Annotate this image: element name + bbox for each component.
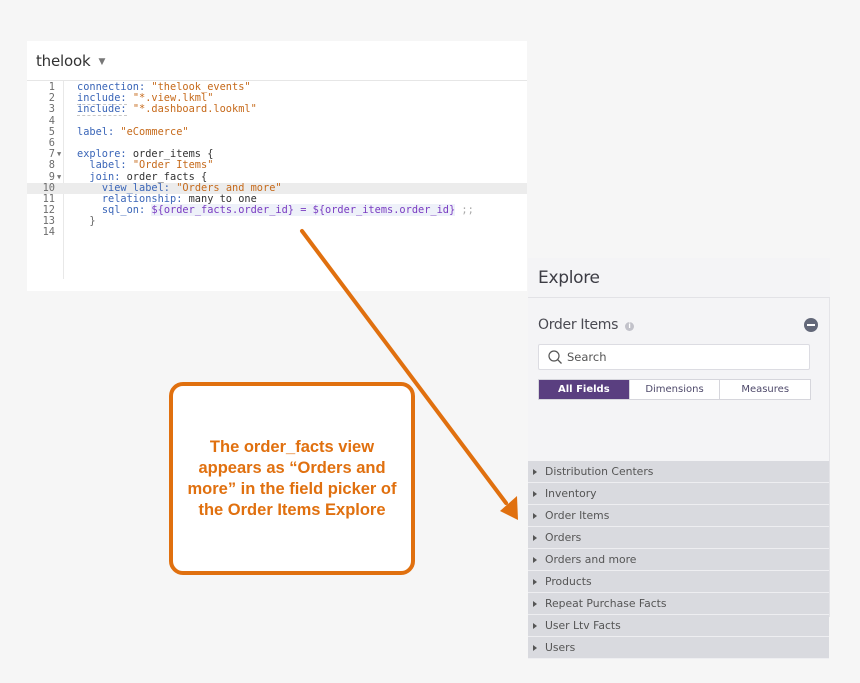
expand-triangle-icon bbox=[533, 622, 537, 629]
code-editor-panel: thelook ▼ 1 connection: "thelook_events"… bbox=[27, 41, 527, 291]
caret-down-icon[interactable]: ▼ bbox=[98, 57, 105, 67]
code-key: relationship: bbox=[101, 192, 183, 205]
filter-dimensions-button[interactable]: Dimensions bbox=[628, 380, 720, 399]
section-label: Orders bbox=[545, 531, 582, 544]
expand-triangle-icon bbox=[533, 534, 537, 541]
code-key: label: bbox=[77, 125, 115, 138]
expand-triangle-icon bbox=[533, 468, 537, 475]
view-section-list: Distribution Centers Inventory Order Ite… bbox=[528, 461, 829, 659]
project-name[interactable]: thelook bbox=[36, 52, 91, 70]
callout-text: The order_facts view appears as “Orders … bbox=[187, 437, 397, 519]
view-section-item[interactable]: Users bbox=[528, 637, 829, 659]
line-number: 3 bbox=[48, 103, 55, 116]
code-key: label: bbox=[89, 159, 127, 172]
view-section-item[interactable]: Orders and more bbox=[528, 549, 829, 571]
section-label: Distribution Centers bbox=[545, 465, 654, 478]
section-label: Inventory bbox=[545, 487, 597, 500]
code-string: "*.dashboard.lookml" bbox=[132, 103, 257, 116]
section-label: User Ltv Facts bbox=[545, 619, 621, 632]
code-key: connection: bbox=[77, 81, 146, 93]
code-terminator: ;; bbox=[461, 204, 474, 217]
line-number: 9 bbox=[48, 170, 55, 183]
code-area[interactable]: 1 connection: "thelook_events" 2 include… bbox=[27, 81, 527, 279]
collapse-icon[interactable] bbox=[804, 318, 818, 332]
explore-panel: Explore Order Items i Search All Fields … bbox=[528, 258, 830, 659]
section-label: Orders and more bbox=[545, 553, 637, 566]
search-placeholder: Search bbox=[567, 350, 607, 364]
view-section-item[interactable]: Inventory bbox=[528, 483, 829, 505]
section-label: Repeat Purchase Facts bbox=[545, 597, 667, 610]
code-key: sql_on: bbox=[101, 204, 146, 217]
explore-name: Order Items bbox=[538, 317, 619, 333]
section-label: Products bbox=[545, 575, 592, 588]
code-key: view_label: bbox=[101, 181, 171, 194]
expand-triangle-icon bbox=[533, 578, 537, 585]
section-label: Users bbox=[545, 641, 576, 654]
code-key: join: bbox=[89, 170, 121, 183]
code-line: 3 include: "*.dashboard.lookml" bbox=[27, 103, 527, 117]
view-section-item[interactable]: Products bbox=[528, 571, 829, 593]
code-value: many_to_one bbox=[188, 192, 257, 205]
fold-toggle-icon[interactable]: ▼ bbox=[55, 172, 69, 183]
expand-triangle-icon bbox=[533, 600, 537, 607]
view-section-item[interactable]: Distribution Centers bbox=[528, 461, 829, 483]
filter-all-fields-button[interactable]: All Fields bbox=[539, 380, 629, 399]
code-line: 13 } bbox=[27, 216, 527, 227]
fold-toggle-icon[interactable]: ▼ bbox=[55, 149, 69, 160]
expand-triangle-icon bbox=[533, 644, 537, 651]
info-icon[interactable]: i bbox=[625, 321, 635, 331]
code-string: "eCommerce" bbox=[120, 125, 189, 138]
field-search-input[interactable]: Search bbox=[538, 344, 810, 370]
code-line: 14 bbox=[27, 227, 527, 238]
expand-triangle-icon bbox=[533, 512, 537, 519]
code-string: "Order Items" bbox=[132, 159, 214, 172]
view-section-item[interactable]: Orders bbox=[528, 527, 829, 549]
code-value: order_facts { bbox=[126, 170, 208, 183]
code-string: "Orders and more" bbox=[176, 181, 282, 194]
code-operator: = bbox=[294, 204, 313, 217]
code-string: "*.view.lkml" bbox=[132, 92, 214, 105]
code-reference: ${order_items.order_id} bbox=[312, 204, 456, 217]
explore-header: Explore bbox=[528, 258, 830, 298]
view-section-item[interactable]: User Ltv Facts bbox=[528, 615, 829, 637]
code-brace: } bbox=[89, 215, 96, 228]
view-section-item[interactable]: Order Items bbox=[528, 505, 829, 527]
explore-model-row: Order Items i bbox=[538, 315, 819, 335]
code-line: 5 label: "eCommerce" bbox=[27, 125, 527, 138]
expand-triangle-icon bbox=[533, 556, 537, 563]
search-icon bbox=[548, 350, 562, 364]
expand-triangle-icon bbox=[533, 490, 537, 497]
filter-measures-button[interactable]: Measures bbox=[719, 380, 810, 399]
arrow-head bbox=[500, 496, 518, 520]
code-value: order_items { bbox=[132, 148, 214, 161]
line-number: 14 bbox=[42, 226, 55, 239]
code-string: "thelook_events" bbox=[151, 81, 251, 93]
code-key: explore: bbox=[77, 148, 127, 161]
line-number: 8 bbox=[48, 159, 55, 172]
code-line: 12 sql_on: ${order_facts.order_id} = ${o… bbox=[27, 204, 527, 217]
explore-title: Explore bbox=[538, 267, 600, 288]
code-key: include: bbox=[77, 103, 127, 117]
annotation-callout: The order_facts view appears as “Orders … bbox=[169, 382, 415, 575]
view-section-item[interactable]: Repeat Purchase Facts bbox=[528, 593, 829, 615]
field-type-filter: All Fields Dimensions Measures bbox=[538, 379, 811, 400]
editor-header: thelook ▼ bbox=[27, 41, 527, 81]
section-label: Order Items bbox=[545, 509, 610, 522]
field-picker: Order Items i Search All Fields Dimensio… bbox=[528, 298, 830, 659]
code-reference: ${order_facts.order_id} bbox=[151, 204, 295, 217]
